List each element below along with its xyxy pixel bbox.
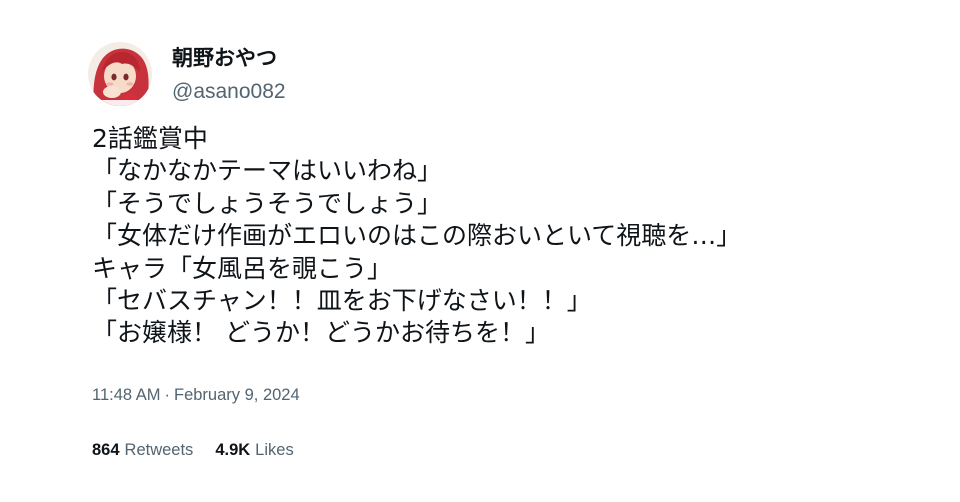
timestamp-time-link[interactable]: 11:48 AM <box>92 386 161 404</box>
tweet-line: 2話鑑賞中 <box>92 124 208 153</box>
likes-count: 4.9K <box>215 441 251 459</box>
tweet-line: 「そうでしょうそうでしょう」 <box>92 188 443 218</box>
tweet-line: 「お嬢様！ どうか！どうかお待ちを！」 <box>92 318 550 348</box>
avatar-image <box>88 42 152 106</box>
tweet-line: キャラ「女風呂を覗こう」 <box>92 253 393 283</box>
tweet-stats: 864 Retweets 4.9K Likes <box>92 439 294 461</box>
tweet-line: 「セバスチャン！！皿をお下げなさい！！」 <box>92 285 592 315</box>
retweets-stat[interactable]: 864 Retweets <box>92 439 193 461</box>
tweet-card: 朝野おやつ @asano082 2話鑑賞中 「なかなかテーマはいいわね」 「そう… <box>0 0 960 502</box>
timestamp-date-link[interactable]: February 9, 2024 <box>174 386 300 404</box>
timestamp-separator: · <box>164 386 171 404</box>
retweets-count: 864 <box>92 441 120 459</box>
likes-stat[interactable]: 4.9K Likes <box>215 439 293 461</box>
avatar[interactable] <box>88 42 152 106</box>
tweet-line: 「なかなかテーマはいいわね」 <box>92 156 443 186</box>
display-name[interactable]: 朝野おやつ <box>172 44 277 72</box>
tweet-line: 「女体だけ作画がエロいのはこの際おいといて視聴を…」 <box>92 221 742 251</box>
tweet-text: 2話鑑賞中 「なかなかテーマはいいわね」 「そうでしょうそうでしょう」 「女体だ… <box>92 123 912 350</box>
tweet-timestamp: 11:48 AM · February 9, 2024 <box>92 384 300 406</box>
likes-label: Likes <box>255 441 294 459</box>
user-handle[interactable]: @asano082 <box>172 79 286 105</box>
retweets-label: Retweets <box>124 441 194 459</box>
